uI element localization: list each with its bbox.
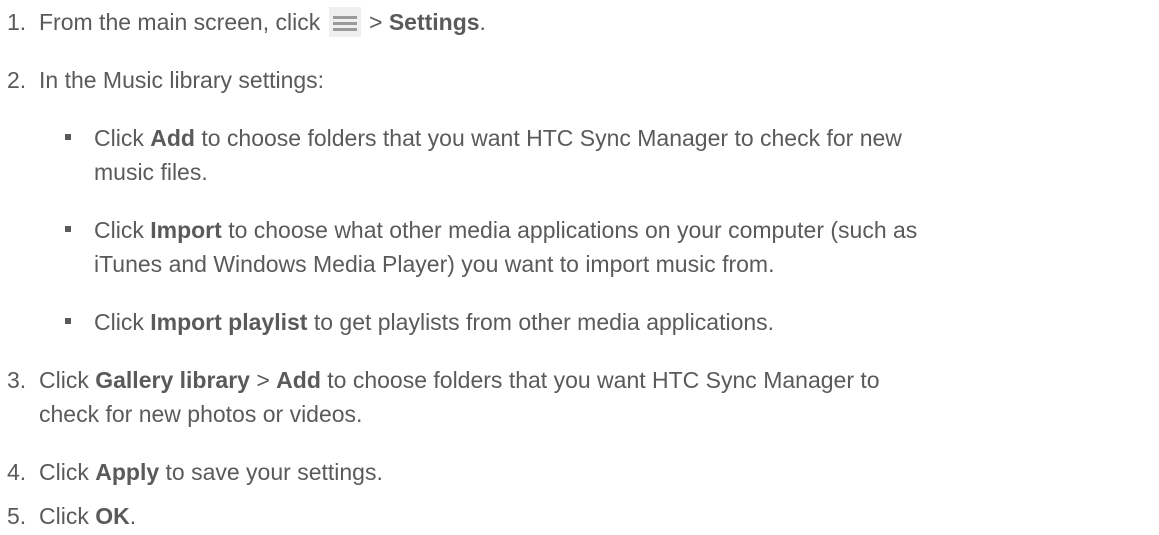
bullet-square-icon xyxy=(65,134,71,140)
bullet-square-icon xyxy=(65,318,71,324)
step-4-click-text: Click xyxy=(39,459,89,485)
bullet-line-1: to get playlists from other media applic… xyxy=(313,309,775,335)
bullet-line-1: to choose folders that you want HTC Sync… xyxy=(201,125,902,151)
step-number: 2. xyxy=(7,67,27,93)
bullet-text: Click Import to choose what other media … xyxy=(94,213,1145,281)
step-number: 1. xyxy=(7,9,27,35)
period: . xyxy=(129,503,137,529)
bullet-square-icon xyxy=(65,226,71,232)
step-4-rest: to save your settings. xyxy=(165,459,383,485)
bullet-text: Click Import playlist to get playlists f… xyxy=(94,305,1145,339)
import-label: Import xyxy=(150,217,222,243)
step-5-click-text: Click xyxy=(39,503,89,529)
bullet-click-text: Click xyxy=(94,309,144,335)
bullet-line-2: music files. xyxy=(94,159,208,185)
step-1-text: From the main screen, click xyxy=(39,9,321,35)
ok-label: OK xyxy=(95,503,130,529)
add-label: Add xyxy=(276,367,321,393)
step-text: Click Gallery library > Add to choose fo… xyxy=(39,363,1147,431)
hamburger-menu-icon xyxy=(328,6,361,37)
add-label: Add xyxy=(150,125,195,151)
bullet-text: Click Add to choose folders that you wan… xyxy=(94,121,1145,189)
bullet-click-text: Click xyxy=(94,125,144,151)
bullet-click-text: Click xyxy=(94,217,144,243)
step-number: 3. xyxy=(7,367,27,393)
separator: > xyxy=(256,367,270,393)
separator: > xyxy=(368,9,383,35)
bullet-line-1: to choose what other media applications … xyxy=(228,217,918,243)
import-playlist-label: Import playlist xyxy=(150,309,308,335)
step-number: 4. xyxy=(7,459,27,485)
step-text: Click OK. xyxy=(39,499,1147,533)
settings-label: Settings xyxy=(388,9,480,35)
bullet-line-2: iTunes and Windows Media Player) you wan… xyxy=(94,251,775,277)
step-text: Click Apply to save your settings. xyxy=(39,455,1147,489)
step-text: In the Music library settings: xyxy=(39,67,325,93)
step-number: 5. xyxy=(7,503,27,529)
step-text: From the main screen, click > Settings. xyxy=(39,5,1147,39)
apply-label: Apply xyxy=(95,459,160,485)
step-3-line-1: to choose folders that you want HTC Sync… xyxy=(327,367,880,393)
step-3-line-2: check for new photos or videos. xyxy=(39,401,363,427)
period: . xyxy=(479,9,486,35)
step-3-click-text: Click xyxy=(39,367,89,393)
gallery-library-label: Gallery library xyxy=(95,367,250,393)
